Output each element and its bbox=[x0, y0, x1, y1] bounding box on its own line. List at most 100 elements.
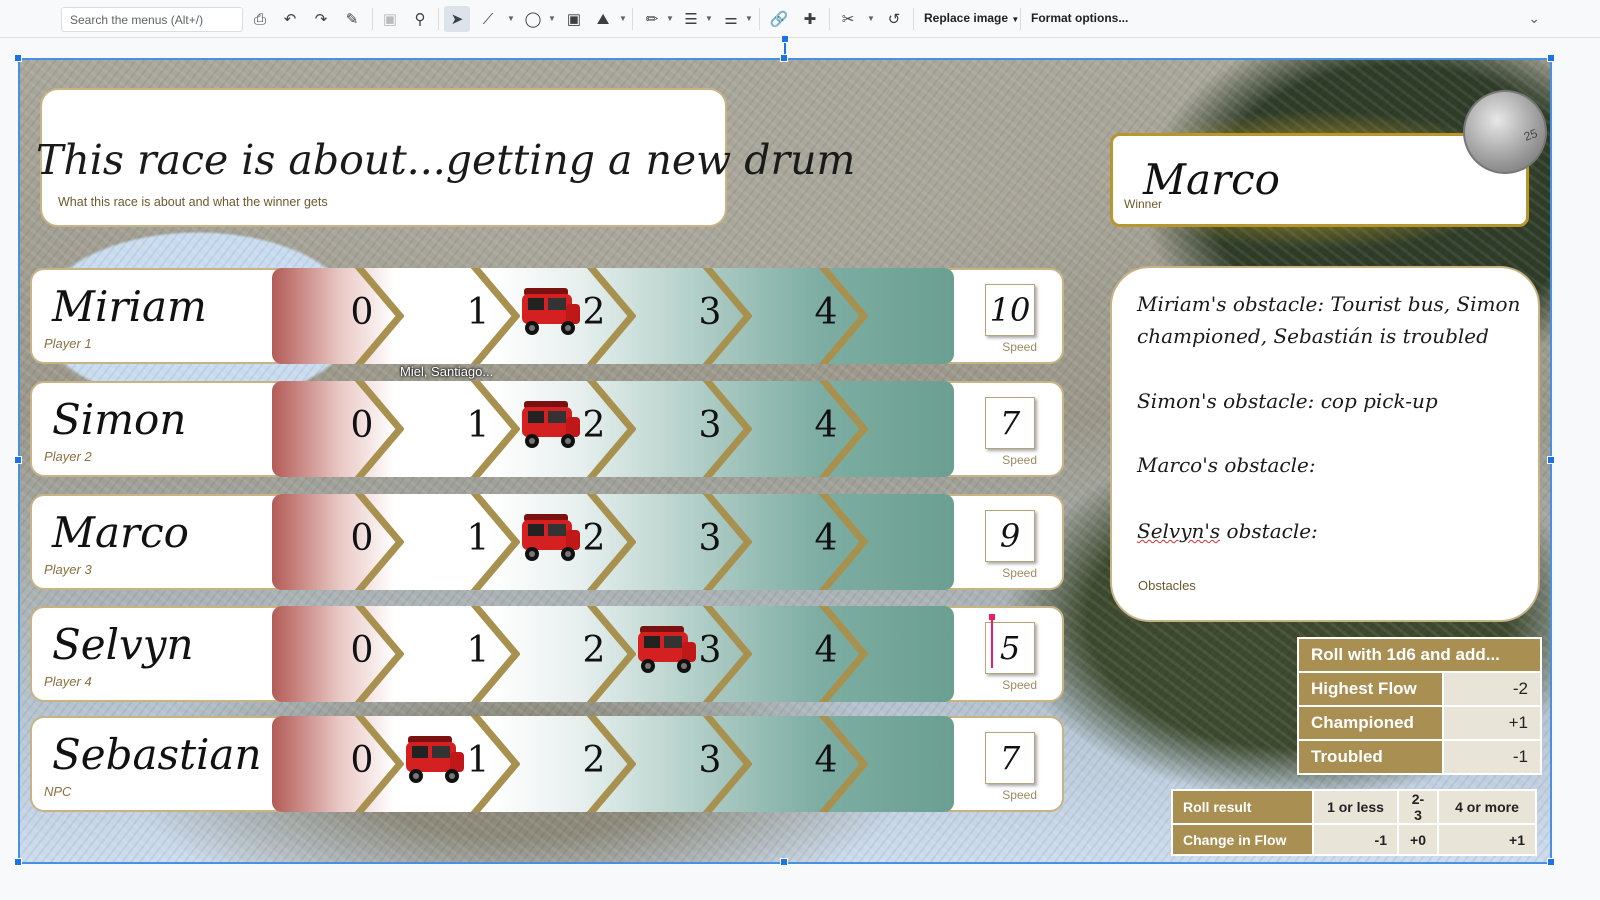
speed-value[interactable]: 10 bbox=[986, 291, 1034, 329]
chevron-down-icon[interactable]: ▼ bbox=[867, 14, 875, 23]
resize-handle-br[interactable] bbox=[1547, 858, 1555, 866]
track-number: 2 bbox=[582, 630, 606, 671]
coin-image[interactable]: 25 bbox=[1463, 90, 1547, 174]
replace-image-button[interactable]: Replace image ▼ bbox=[924, 11, 1019, 25]
speed-box[interactable]: 9 bbox=[985, 510, 1035, 562]
racer-name[interactable]: Marco bbox=[52, 508, 189, 557]
resize-handle-tr[interactable] bbox=[1547, 54, 1555, 62]
racer-row[interactable]: Miriam Player 1 0 1 2 3 4 10 Speed bbox=[30, 268, 1064, 364]
speed-box[interactable]: 10 bbox=[985, 284, 1035, 336]
resize-handle-bl[interactable] bbox=[14, 858, 22, 866]
obstacle-line-selvyn[interactable]: Selvyn's obstacle: bbox=[1137, 519, 1318, 543]
toolbar-divider bbox=[1020, 8, 1021, 30]
racer-row[interactable]: Sebastian NPC 0 1 2 3 4 7 Speed bbox=[30, 716, 1064, 812]
obstacle-line-simon[interactable]: Simon's obstacle: cop pick-up bbox=[1137, 389, 1438, 413]
reset-image-icon[interactable]: ↺ bbox=[881, 6, 907, 32]
toolbar: Search the menus (Alt+/) ⎙ ↶ ↷ ✎ ▣ ⚲ ➤ ⟋… bbox=[0, 0, 1600, 38]
speed-value[interactable]: 7 bbox=[986, 404, 1034, 442]
race-track[interactable]: 01234 bbox=[272, 716, 954, 812]
select-cursor-icon[interactable]: ➤ bbox=[444, 6, 470, 32]
border-color-icon[interactable]: ✏ bbox=[639, 6, 665, 32]
race-track[interactable]: 01234 bbox=[272, 606, 954, 702]
result-row-label: Change in Flow bbox=[1171, 823, 1314, 856]
rotate-handle-knob[interactable] bbox=[781, 35, 789, 43]
speed-value[interactable]: 5 bbox=[986, 629, 1034, 667]
zoom-fit-icon[interactable]: ▣ bbox=[377, 6, 403, 32]
shape-tool-icon[interactable]: ◯ bbox=[520, 6, 546, 32]
obstacles-box[interactable] bbox=[1110, 266, 1540, 622]
roll-row-label: Championed bbox=[1296, 705, 1445, 741]
obstacle-line-miriam-cont[interactable]: championed, Sebastián is troubled bbox=[1137, 324, 1489, 348]
race-track[interactable]: 01234 bbox=[272, 268, 954, 364]
obstacle-line-miriam[interactable]: Miriam's obstacle: Tourist bus, Simon bbox=[1137, 292, 1520, 316]
border-weight-icon[interactable]: ☰ bbox=[678, 6, 704, 32]
tuktuk-icon[interactable] bbox=[516, 508, 586, 566]
track-number: 4 bbox=[814, 740, 838, 781]
result-header-cell: 4 or more bbox=[1437, 789, 1537, 825]
racer-player-label: NPC bbox=[44, 784, 72, 799]
print-icon[interactable]: ⎙ bbox=[247, 6, 273, 32]
tuktuk-icon[interactable] bbox=[516, 395, 586, 453]
speed-box[interactable]: 7 bbox=[985, 397, 1035, 449]
speed-label: Speed bbox=[1002, 566, 1037, 580]
chevron-down-icon[interactable]: ▼ bbox=[745, 14, 753, 23]
result-cell: +0 bbox=[1397, 823, 1439, 856]
text-box-icon[interactable]: ▣ bbox=[561, 6, 587, 32]
spellcheck-word[interactable]: Selvyn's bbox=[1137, 519, 1220, 543]
resize-handle-tl[interactable] bbox=[14, 54, 22, 62]
speed-box[interactable]: 7 bbox=[985, 732, 1035, 784]
track-number: 3 bbox=[698, 740, 722, 781]
chevron-down-icon[interactable]: ▼ bbox=[548, 14, 556, 23]
chevron-down-icon[interactable]: ▼ bbox=[705, 14, 713, 23]
resize-handle-b[interactable] bbox=[780, 858, 788, 866]
racer-row[interactable]: Marco Player 3 0 1 2 3 4 9 Speed bbox=[30, 494, 1064, 590]
roll-modifier-table: Roll with 1d6 and add... Highest Flow -2 … bbox=[1296, 637, 1542, 775]
resize-handle-r[interactable] bbox=[1547, 456, 1555, 464]
link-icon[interactable]: 🔗 bbox=[766, 6, 792, 32]
search-menus-input[interactable]: Search the menus (Alt+/) bbox=[61, 7, 243, 32]
toolbar-divider bbox=[632, 8, 633, 30]
speed-value[interactable]: 7 bbox=[986, 739, 1034, 777]
line-tool-icon[interactable]: ⟋ bbox=[475, 6, 501, 32]
add-comment-icon[interactable]: ✚ bbox=[797, 6, 823, 32]
track-number: 4 bbox=[814, 292, 838, 333]
racer-row[interactable]: Simon Player 2 0 1 2 3 4 7 Speed bbox=[30, 381, 1064, 477]
tuktuk-icon[interactable] bbox=[516, 282, 586, 340]
racer-name[interactable]: Simon bbox=[52, 395, 186, 444]
race-track[interactable]: 01234 bbox=[272, 494, 954, 590]
racer-name[interactable]: Miriam bbox=[52, 282, 207, 331]
tuktuk-icon[interactable] bbox=[632, 620, 702, 678]
chevron-down-icon[interactable]: ▼ bbox=[507, 14, 515, 23]
paint-format-icon[interactable]: ✎ bbox=[339, 6, 365, 32]
chevron-down-icon[interactable]: ▼ bbox=[619, 14, 627, 23]
racer-name[interactable]: Selvyn bbox=[52, 620, 194, 669]
speed-label: Speed bbox=[1002, 340, 1037, 354]
race-title[interactable]: This race is about...getting a new drum bbox=[36, 136, 855, 184]
racer-row[interactable]: Selvyn Player 4 0 1 2 3 4 5 Speed bbox=[30, 606, 1064, 702]
track-number: 0 bbox=[350, 740, 374, 781]
track-number: 4 bbox=[814, 518, 838, 559]
collapse-toolbar-icon[interactable]: ⌄ bbox=[1528, 10, 1540, 27]
format-options-button[interactable]: Format options... bbox=[1031, 11, 1128, 25]
track-number: 3 bbox=[698, 518, 722, 559]
image-icon[interactable]: ⛰ bbox=[590, 6, 616, 32]
winner-name[interactable]: Marco bbox=[1143, 155, 1280, 204]
tuktuk-icon[interactable] bbox=[400, 730, 470, 788]
toolbar-divider bbox=[759, 8, 760, 30]
replace-image-label: Replace image bbox=[924, 11, 1009, 25]
zoom-icon[interactable]: ⚲ bbox=[407, 6, 433, 32]
speed-value[interactable]: 9 bbox=[986, 517, 1034, 555]
roll-result-table: Roll result 1 or less 2-3 4 or more Chan… bbox=[1171, 789, 1537, 856]
race-track[interactable]: 01234 bbox=[272, 381, 954, 477]
resize-handle-l[interactable] bbox=[14, 456, 22, 464]
chevron-down-icon[interactable]: ▼ bbox=[666, 14, 674, 23]
obstacles-caption: Obstacles bbox=[1138, 578, 1196, 593]
obstacle-line-marco[interactable]: Marco's obstacle: bbox=[1137, 453, 1316, 477]
resize-handle-t[interactable] bbox=[780, 54, 788, 62]
redo-icon[interactable]: ↷ bbox=[308, 6, 334, 32]
border-dash-icon[interactable]: ⚌ bbox=[718, 6, 744, 32]
undo-icon[interactable]: ↶ bbox=[277, 6, 303, 32]
racer-name[interactable]: Sebastian bbox=[52, 730, 262, 779]
roll-row-label: Troubled bbox=[1296, 739, 1445, 775]
crop-icon[interactable]: ✂ bbox=[835, 6, 861, 32]
